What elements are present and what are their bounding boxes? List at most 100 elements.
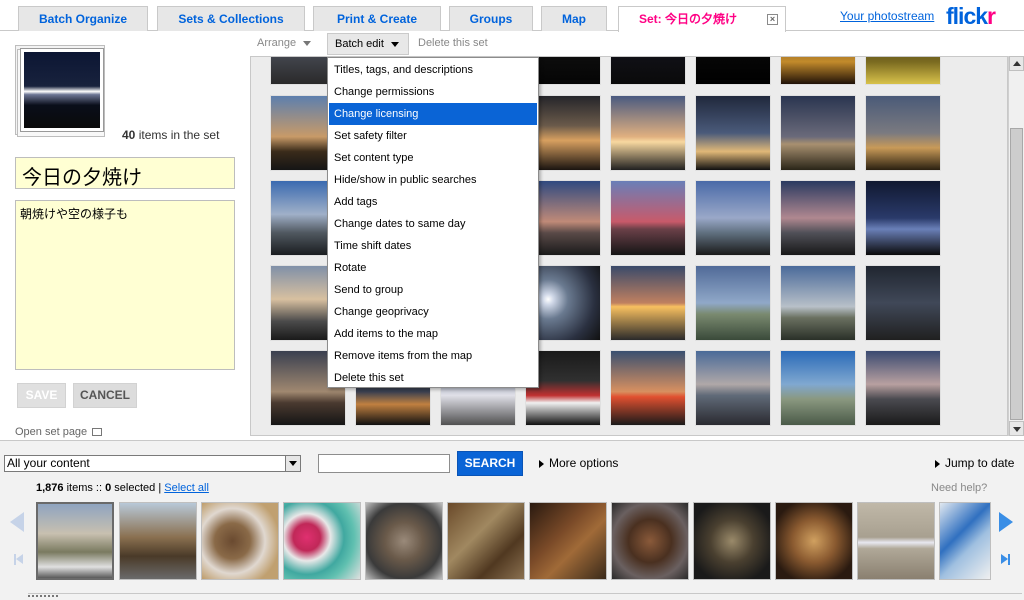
- menu-item-add-tags[interactable]: Add tags: [329, 191, 537, 213]
- filmstrip-photo[interactable]: [201, 502, 279, 580]
- tab-set-label: Set: 今日の夕焼け: [639, 12, 738, 26]
- batch-edit-dropdown: Titles, tags, and descriptions Change pe…: [327, 57, 539, 388]
- save-button[interactable]: SAVE: [17, 383, 66, 408]
- cancel-button[interactable]: CANCEL: [73, 383, 137, 408]
- menu-item-titles-tags[interactable]: Titles, tags, and descriptions: [329, 59, 537, 81]
- photo-thumb[interactable]: [865, 350, 941, 426]
- tab-groups[interactable]: Groups: [449, 6, 533, 31]
- photo-thumb[interactable]: [610, 180, 686, 256]
- batch-edit-menu[interactable]: Batch edit: [327, 33, 409, 55]
- menu-item-time-shift[interactable]: Time shift dates: [329, 235, 537, 257]
- filmstrip-photo[interactable]: [529, 502, 607, 580]
- scroll-down-arrow-icon[interactable]: [1009, 421, 1024, 436]
- delete-set-link[interactable]: Delete this set: [418, 37, 488, 49]
- menu-item-change-geoprivacy[interactable]: Change geoprivacy: [329, 301, 537, 323]
- scroll-up-arrow-icon[interactable]: [1009, 56, 1024, 71]
- items-word: items ::: [66, 482, 103, 494]
- content-filter-value: All your content: [7, 456, 90, 470]
- photo-thumb[interactable]: [780, 180, 856, 256]
- photo-thumb[interactable]: [780, 350, 856, 426]
- filmstrip-first-icon[interactable]: [14, 554, 23, 565]
- triangle-right-icon: [539, 459, 544, 468]
- jump-to-date-toggle[interactable]: Jump to date: [935, 456, 1014, 470]
- photo-thumb[interactable]: [780, 265, 856, 341]
- tab-batch-organize[interactable]: Batch Organize: [18, 6, 148, 31]
- selected-count: 0: [105, 482, 112, 494]
- top-tab-bar: Batch Organize Sets & Collections Print …: [0, 0, 1024, 32]
- search-button[interactable]: SEARCH: [457, 451, 523, 476]
- photo-thumb[interactable]: [865, 180, 941, 256]
- photo-thumb[interactable]: [865, 265, 941, 341]
- items-total: 1,876: [36, 482, 64, 494]
- photo-thumb[interactable]: [695, 95, 771, 171]
- jump-to-date-label: Jump to date: [945, 456, 1015, 470]
- menu-item-add-to-map[interactable]: Add items to the map: [329, 323, 537, 345]
- tab-print-create[interactable]: Print & Create: [313, 6, 441, 31]
- triangle-right-icon: [935, 459, 940, 468]
- tab-map[interactable]: Map: [541, 6, 607, 31]
- external-window-icon: [92, 428, 103, 437]
- batch-edit-label: Batch edit: [335, 38, 384, 50]
- set-cover-image[interactable]: [20, 48, 104, 132]
- set-toolbar: Arrange Batch edit Delete this set: [250, 32, 1024, 56]
- chevron-down-icon: [303, 40, 312, 46]
- grid-scrollbar[interactable]: [1008, 56, 1024, 436]
- set-description-field[interactable]: 朝焼けや空の様子も: [15, 200, 235, 370]
- photo-thumb[interactable]: [695, 180, 771, 256]
- filmstrip-next-arrow-icon[interactable]: [999, 512, 1013, 532]
- arrange-menu[interactable]: Arrange: [257, 37, 312, 49]
- photo-thumb[interactable]: [695, 350, 771, 426]
- tab-sets-collections[interactable]: Sets & Collections: [157, 6, 305, 31]
- menu-item-safety-filter[interactable]: Set safety filter: [329, 125, 537, 147]
- filmstrip-photo[interactable]: [365, 502, 443, 580]
- menu-item-change-dates[interactable]: Change dates to same day: [329, 213, 537, 235]
- filmstrip-prev-arrow-icon[interactable]: [10, 512, 24, 532]
- menu-item-remove-from-map[interactable]: Remove items from the map: [329, 345, 537, 367]
- filmstrip-divider: [28, 593, 1022, 594]
- menu-item-delete-set[interactable]: Delete this set: [329, 367, 537, 389]
- search-input[interactable]: [318, 454, 450, 473]
- set-title-field[interactable]: 今日の夕焼け: [15, 157, 235, 189]
- menu-item-rotate[interactable]: Rotate: [329, 257, 537, 279]
- open-set-page-link[interactable]: Open set page: [15, 426, 103, 438]
- content-filter-select[interactable]: All your content: [4, 455, 301, 472]
- filmstrip-last-icon[interactable]: [1001, 554, 1010, 565]
- filmstrip-photo[interactable]: [693, 502, 771, 580]
- filmstrip-photo[interactable]: [939, 502, 991, 580]
- menu-item-send-to-group[interactable]: Send to group: [329, 279, 537, 301]
- close-tab-icon[interactable]: ×: [767, 14, 778, 25]
- flickr-logo-part1: flick: [946, 3, 988, 29]
- filmstrip-photo[interactable]: [857, 502, 935, 580]
- filmstrip-photo[interactable]: [611, 502, 689, 580]
- filmstrip-photo[interactable]: [775, 502, 853, 580]
- set-items-label: items in the set: [138, 128, 220, 142]
- flickr-logo: flickr: [946, 3, 996, 30]
- photo-thumb[interactable]: [780, 95, 856, 171]
- photo-thumb[interactable]: [610, 265, 686, 341]
- need-help-link[interactable]: Need help?: [931, 482, 987, 494]
- menu-item-content-type[interactable]: Set content type: [329, 147, 537, 169]
- photo-thumb[interactable]: [780, 57, 856, 85]
- chevron-down-icon[interactable]: [285, 456, 300, 471]
- photo-thumb[interactable]: [865, 95, 941, 171]
- scroll-thumb[interactable]: [1010, 128, 1023, 420]
- tab-set-active[interactable]: Set: 今日の夕焼け ×: [618, 6, 786, 32]
- filmstrip-photo[interactable]: [36, 502, 114, 580]
- menu-item-change-licensing[interactable]: Change licensing: [329, 103, 537, 125]
- photo-thumb[interactable]: [865, 57, 941, 85]
- filmstrip-photo[interactable]: [119, 502, 197, 580]
- photo-thumb[interactable]: [610, 350, 686, 426]
- filmstrip-photo[interactable]: [283, 502, 361, 580]
- filmstrip-photo[interactable]: [447, 502, 525, 580]
- selected-word: selected |: [114, 482, 162, 494]
- menu-item-change-permissions[interactable]: Change permissions: [329, 81, 537, 103]
- photo-thumb[interactable]: [695, 265, 771, 341]
- photo-thumb[interactable]: [610, 95, 686, 171]
- photo-thumb[interactable]: [610, 57, 686, 85]
- set-item-count: 40 items in the set: [122, 128, 219, 142]
- more-options-toggle[interactable]: More options: [539, 456, 618, 470]
- photo-thumb[interactable]: [695, 57, 771, 85]
- photostream-link[interactable]: Your photostream: [840, 9, 934, 23]
- select-all-link[interactable]: Select all: [164, 482, 209, 494]
- menu-item-hide-show-search[interactable]: Hide/show in public searches: [329, 169, 537, 191]
